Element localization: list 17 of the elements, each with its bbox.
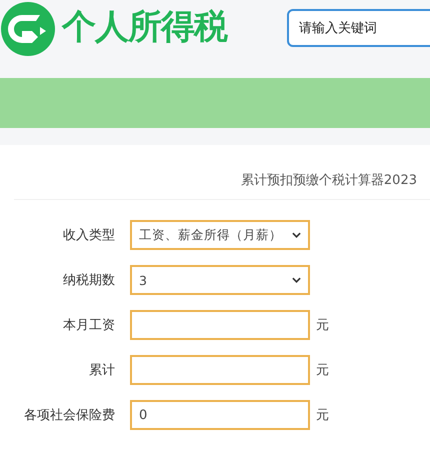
calculator-title: 累计预扣预缴个税计算器2023 (240, 172, 418, 189)
dropdown-field[interactable]: 工资、薪金所得（月薪） (130, 220, 310, 250)
input-field[interactable] (130, 355, 310, 385)
field-label: 本月工资 (62, 317, 115, 334)
field-label: 各项社会保险费 (23, 407, 115, 424)
field-label: 纳税期数 (62, 272, 115, 289)
caret-icon (292, 277, 301, 283)
unit-label: 元 (316, 317, 329, 334)
search-field[interactable]: 请输入关键词 (287, 9, 430, 47)
unit-label: 元 (316, 407, 329, 424)
dropdown-field[interactable]: 3 (130, 265, 310, 295)
input-field[interactable] (130, 310, 310, 340)
field-label: 累计 (88, 362, 115, 379)
unit-label: 元 (316, 362, 329, 379)
caret-icon (292, 232, 301, 238)
input-field[interactable]: 0 (130, 400, 310, 430)
field-label: 收入类型 (62, 227, 115, 244)
